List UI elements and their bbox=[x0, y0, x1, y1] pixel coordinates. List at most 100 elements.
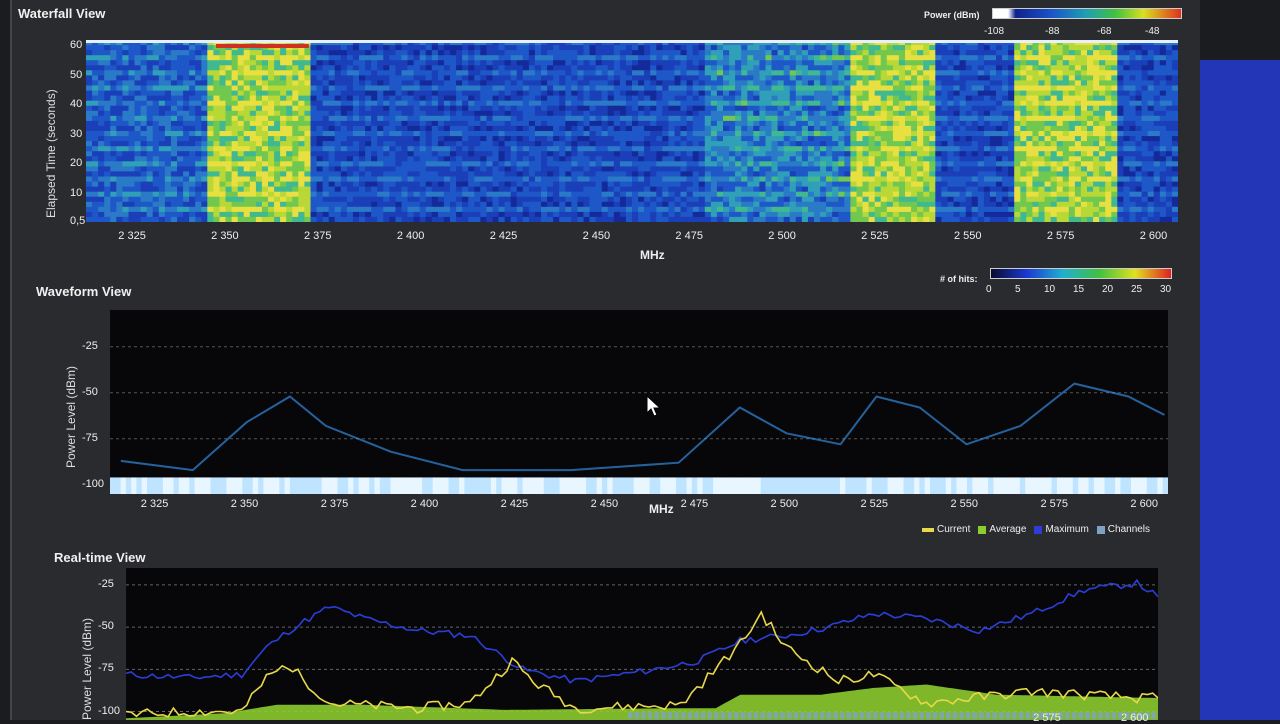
heatmap-cell bbox=[322, 176, 330, 182]
heatmap-cell bbox=[116, 50, 123, 56]
heatmap-cell bbox=[541, 100, 548, 107]
heatmap-cell bbox=[486, 176, 493, 182]
heatmap-cell bbox=[456, 95, 463, 102]
heatmap-cell bbox=[577, 125, 584, 132]
heatmap-cell bbox=[553, 141, 560, 147]
heatmap-cell bbox=[747, 176, 754, 182]
heatmap-cell bbox=[419, 45, 427, 51]
heatmap-cell bbox=[158, 55, 166, 61]
heatmap-cell bbox=[371, 45, 378, 51]
heatmap-cell bbox=[977, 131, 985, 137]
heatmap-cell bbox=[195, 95, 202, 102]
heatmap-cell bbox=[650, 85, 657, 91]
heatmap-cell bbox=[534, 131, 542, 137]
heatmap-cell bbox=[959, 131, 967, 137]
heatmap-cell bbox=[1153, 125, 1161, 132]
heatmap-cell bbox=[1099, 120, 1106, 127]
heatmap-cell bbox=[286, 55, 293, 61]
heatmap-cell bbox=[1171, 55, 1178, 61]
heatmap-cell bbox=[619, 50, 627, 56]
heatmap-cell bbox=[419, 161, 427, 167]
heatmap-cell bbox=[334, 60, 342, 66]
heatmap-cell bbox=[170, 80, 178, 86]
heatmap-cell bbox=[638, 176, 645, 182]
heatmap-cell bbox=[1002, 141, 1009, 147]
heatmap-cell bbox=[941, 65, 948, 71]
heatmap-cell bbox=[158, 90, 166, 97]
heatmap-cell bbox=[371, 85, 378, 91]
heatmap-cell bbox=[905, 70, 912, 76]
heatmap-cell bbox=[632, 136, 639, 142]
heatmap-cell bbox=[340, 75, 348, 81]
heatmap-cell bbox=[698, 141, 706, 147]
heatmap-cell bbox=[158, 125, 166, 132]
heatmap-cell bbox=[92, 161, 99, 167]
heatmap-cell bbox=[1032, 95, 1039, 102]
heatmap-cell bbox=[656, 166, 663, 172]
heatmap-cell bbox=[1147, 50, 1155, 56]
heatmap-cell bbox=[237, 171, 245, 177]
heatmap-cell bbox=[280, 136, 287, 142]
heatmap-cell bbox=[1014, 166, 1021, 172]
heatmap-cell bbox=[413, 95, 421, 102]
heatmap-cell bbox=[898, 100, 906, 107]
heatmap-cell bbox=[662, 125, 669, 132]
heatmap-cell bbox=[389, 125, 396, 132]
heatmap-cell bbox=[413, 55, 421, 61]
heatmap-cell bbox=[189, 65, 196, 71]
heatmap-cell bbox=[868, 156, 876, 162]
heatmap-cell bbox=[698, 136, 706, 142]
heatmap-cell bbox=[565, 166, 572, 172]
heatmap-cell bbox=[371, 55, 378, 61]
heatmap-cell bbox=[164, 171, 172, 177]
heatmap-cell bbox=[389, 95, 396, 102]
heatmap-cell bbox=[1002, 136, 1009, 142]
waterfall-plot[interactable] bbox=[86, 40, 1178, 222]
heatmap-cell bbox=[674, 85, 682, 91]
heatmap-cell bbox=[1068, 95, 1076, 102]
heatmap-cell bbox=[965, 125, 973, 132]
heatmap-cell bbox=[231, 115, 239, 122]
heatmap-cell bbox=[1093, 60, 1100, 66]
heatmap-cell bbox=[1135, 55, 1143, 61]
heatmap-cell bbox=[547, 100, 554, 107]
heatmap-cell bbox=[723, 146, 730, 152]
heatmap-cell bbox=[431, 95, 439, 102]
heatmap-cell bbox=[170, 146, 178, 152]
heatmap-cell bbox=[807, 50, 815, 56]
heatmap-cell bbox=[328, 110, 336, 117]
heatmap-cell bbox=[547, 65, 554, 71]
heatmap-cell bbox=[807, 115, 815, 122]
heatmap-cell bbox=[310, 176, 318, 182]
heatmap-cell bbox=[128, 161, 136, 167]
heatmap-cell bbox=[820, 95, 827, 102]
heatmap-cell bbox=[911, 85, 918, 91]
heatmap-cell bbox=[917, 115, 924, 122]
heatmap-cell bbox=[346, 136, 354, 142]
heatmap-cell bbox=[189, 156, 196, 162]
heatmap-cell bbox=[1008, 90, 1015, 97]
heatmap-cell bbox=[468, 95, 475, 102]
heatmap-cell bbox=[844, 171, 851, 177]
heatmap-cell bbox=[164, 131, 172, 137]
heatmap-cell bbox=[807, 90, 815, 97]
heatmap-cell bbox=[316, 125, 324, 132]
heatmap-cell bbox=[1026, 136, 1033, 142]
heatmap-cell bbox=[255, 65, 263, 71]
heatmap-cell bbox=[838, 146, 845, 152]
heatmap-cell bbox=[498, 120, 506, 127]
heatmap-cell bbox=[1038, 131, 1046, 137]
heatmap-cell bbox=[911, 141, 918, 147]
heatmap-cell bbox=[807, 80, 815, 86]
heatmap-cell bbox=[170, 120, 178, 127]
heatmap-cell bbox=[104, 166, 111, 172]
heatmap-cell bbox=[553, 100, 560, 107]
heatmap-cell bbox=[777, 80, 785, 86]
heatmap-cell bbox=[1123, 115, 1130, 122]
heatmap-cell bbox=[723, 50, 730, 56]
heatmap-cell bbox=[656, 146, 663, 152]
heatmap-cell bbox=[443, 115, 451, 122]
heatmap-cell bbox=[365, 85, 372, 91]
heatmap-cell bbox=[1129, 156, 1137, 162]
heatmap-cell bbox=[765, 95, 773, 102]
